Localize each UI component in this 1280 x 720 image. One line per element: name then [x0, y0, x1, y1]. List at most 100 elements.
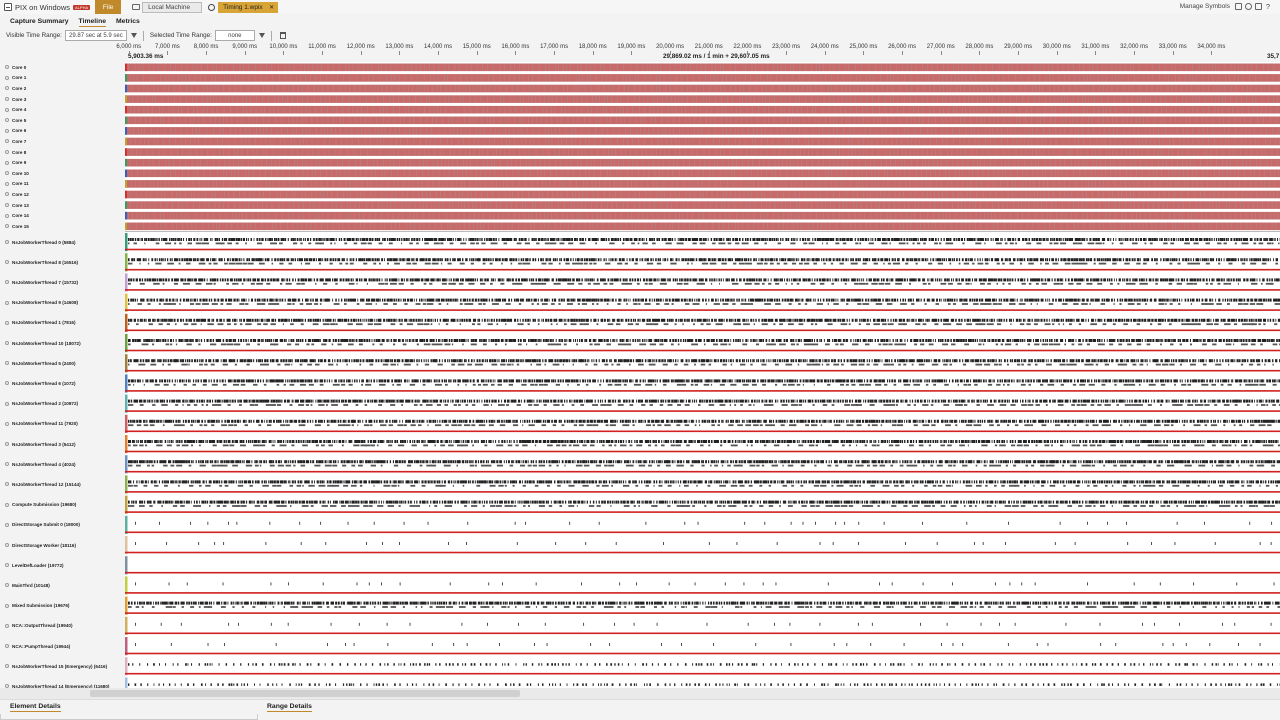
track-label-core[interactable]: Core 6 [0, 126, 125, 137]
track-label-thread[interactable]: NsJobWorkerThread 1 (7816) [0, 313, 125, 333]
close-icon[interactable]: ✕ [269, 4, 274, 11]
expand-icon[interactable] [5, 171, 9, 176]
expand-icon[interactable] [5, 213, 9, 218]
manage-symbols-button[interactable]: Manage Symbols [1180, 3, 1230, 10]
expand-icon[interactable] [5, 118, 9, 123]
time-ruler[interactable]: 5,903.36 ms 29,869.02 ms / 1 min + 29,60… [116, 43, 1280, 62]
trash-icon[interactable] [279, 32, 286, 39]
expand-icon[interactable] [5, 107, 9, 112]
track-label-thread[interactable]: NsJobWorkerThread 12 (15144) [0, 474, 125, 494]
tab-metrics[interactable]: Metrics [116, 14, 140, 28]
track-label-core[interactable]: Core 11 [0, 179, 125, 190]
core-event-mark [715, 127, 716, 135]
track-label-core[interactable]: Core 1 [0, 73, 125, 84]
tab-timing-capture[interactable]: Timing 1.wpix ✕ [218, 1, 279, 13]
expand-icon[interactable] [5, 260, 9, 265]
expand-icon[interactable] [5, 300, 9, 305]
expand-icon[interactable] [5, 224, 9, 229]
timeline-canvas[interactable] [125, 62, 1280, 688]
expand-icon[interactable] [5, 543, 9, 548]
track-label-thread[interactable]: DirectStorage Submit 0 (18000) [0, 515, 125, 535]
expand-icon[interactable] [5, 192, 9, 197]
expand-icon[interactable] [5, 150, 9, 155]
track-label-thread[interactable]: NCA::OutputThread (19940) [0, 616, 125, 636]
track-label-thread[interactable]: NsJobWorkerThread 7 (15732) [0, 272, 125, 292]
track-label-thread[interactable]: NsJobWorkerThread 9 (14608) [0, 293, 125, 313]
feedback-icon[interactable] [1255, 3, 1262, 10]
expand-icon[interactable] [5, 644, 9, 649]
expand-icon[interactable] [5, 203, 9, 208]
expand-icon[interactable] [5, 65, 9, 70]
tab-local-machine[interactable]: Local Machine [142, 1, 203, 13]
track-label-core[interactable]: Core 0 [0, 62, 125, 73]
core-event-mark [503, 180, 504, 188]
expand-icon[interactable] [5, 381, 9, 386]
track-label-core[interactable]: Core 2 [0, 83, 125, 94]
track-label-thread[interactable]: NsJobWorkerThread 6 (1072) [0, 373, 125, 393]
track-label-thread[interactable]: NsJobWorkerThread 3 (5412) [0, 434, 125, 454]
track-label-core[interactable]: Core 4 [0, 104, 125, 115]
expand-icon[interactable] [5, 97, 9, 102]
track-label-core[interactable]: Core 8 [0, 147, 125, 158]
track-label-thread[interactable]: NsJobWorkerThread 11 (7920) [0, 414, 125, 434]
track-label-thread[interactable]: LevelDefLoader (19772) [0, 555, 125, 575]
track-label-thread[interactable]: Compute Submission (19680) [0, 495, 125, 515]
help-button[interactable]: ? [1266, 2, 1270, 11]
track-label-thread[interactable]: NsJobWorkerThread 0 (5884) [0, 232, 125, 252]
track-label-core[interactable]: Core 13 [0, 200, 125, 211]
expand-icon[interactable] [5, 361, 9, 366]
track-label-thread[interactable]: NCA::PumpThread (19944) [0, 636, 125, 656]
expand-icon[interactable] [5, 502, 9, 507]
tab-timeline[interactable]: Timeline [78, 14, 107, 28]
window-icon[interactable] [1235, 3, 1242, 10]
expand-icon[interactable] [5, 401, 9, 406]
expand-icon[interactable] [5, 320, 9, 325]
expand-icon[interactable] [5, 75, 9, 80]
track-label-thread[interactable]: NsJobWorkerThread 2 (10872) [0, 394, 125, 414]
expand-icon[interactable] [5, 462, 9, 467]
track-label-thread[interactable]: DirectStorage Worker (18116) [0, 535, 125, 555]
expand-icon[interactable] [5, 421, 9, 426]
expand-icon[interactable] [5, 563, 9, 568]
track-label-thread[interactable]: Mixed Submission (19676) [0, 596, 125, 616]
track-label-thread[interactable]: NsJobWorkerThread 8 (16516) [0, 252, 125, 272]
track-label-core[interactable]: Core 9 [0, 157, 125, 168]
filter-icon[interactable] [258, 33, 265, 38]
expand-icon[interactable] [5, 623, 9, 628]
file-menu-button[interactable]: File [95, 0, 122, 14]
track-label-core[interactable]: Core 10 [0, 168, 125, 179]
expand-icon[interactable] [5, 280, 9, 285]
expand-icon[interactable] [5, 482, 9, 487]
track-label-core[interactable]: Core 15 [0, 221, 125, 232]
track-label-thread[interactable]: NsJobWorkerThread 5 (2400) [0, 353, 125, 373]
settings-icon[interactable] [1245, 3, 1252, 10]
expand-icon[interactable] [5, 160, 9, 165]
track-label-thread[interactable]: MainThrd (10148) [0, 575, 125, 595]
expand-icon[interactable] [5, 522, 9, 527]
track-label-thread[interactable]: NsJobWorkerThread 15 (Emergency) (6416) [0, 656, 125, 676]
core-event-mark [865, 180, 867, 188]
track-label-core[interactable]: Core 3 [0, 94, 125, 105]
track-label-thread[interactable]: NsJobWorkerThread 14 (Emergency) (11680) [0, 676, 125, 688]
filter-icon[interactable] [130, 33, 137, 38]
track-label-core[interactable]: Core 14 [0, 210, 125, 221]
track-label-core[interactable]: Core 7 [0, 136, 125, 147]
expand-icon[interactable] [5, 128, 9, 133]
selected-range-input[interactable]: none [214, 30, 255, 41]
gear-icon[interactable] [208, 3, 216, 11]
visible-range-input[interactable]: 29.87 sec at 5.9 sec [64, 30, 127, 41]
track-label-core[interactable]: Core 5 [0, 115, 125, 126]
expand-icon[interactable] [5, 341, 9, 346]
expand-icon[interactable] [5, 603, 9, 608]
expand-icon[interactable] [5, 181, 9, 186]
expand-icon[interactable] [5, 664, 9, 669]
expand-icon[interactable] [5, 583, 9, 588]
expand-icon[interactable] [5, 139, 9, 144]
track-label-thread[interactable]: NsJobWorkerThread 10 (18072) [0, 333, 125, 353]
track-label-core[interactable]: Core 12 [0, 189, 125, 200]
track-label-thread[interactable]: NsJobWorkerThread 4 (4024) [0, 454, 125, 474]
expand-icon[interactable] [5, 442, 9, 447]
expand-icon[interactable] [5, 240, 9, 245]
expand-icon[interactable] [5, 86, 9, 91]
tab-capture-summary[interactable]: Capture Summary [10, 14, 69, 28]
